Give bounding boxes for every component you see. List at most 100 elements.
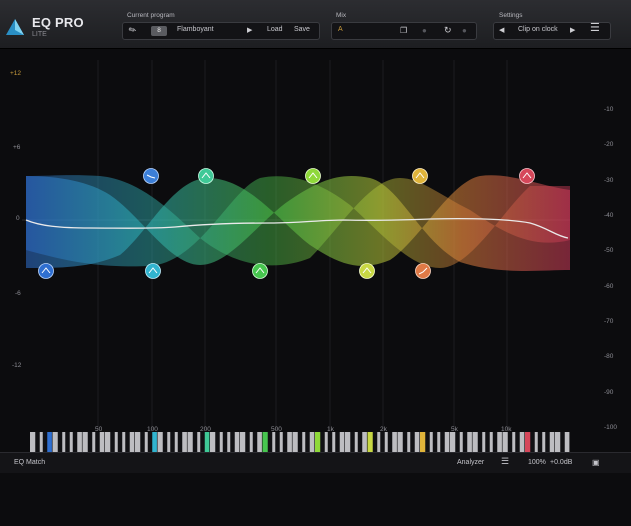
black-key[interactable] (230, 432, 235, 454)
black-key[interactable] (200, 432, 205, 454)
db-label-left-1: +12 (10, 70, 22, 77)
black-key[interactable] (117, 432, 123, 454)
black-key[interactable] (42, 432, 48, 454)
black-key[interactable] (320, 432, 325, 454)
app-subtitle: LITE (32, 31, 47, 38)
black-key[interactable] (215, 432, 220, 454)
band-node-1[interactable] (38, 263, 54, 279)
black-key[interactable] (147, 432, 153, 454)
black-key[interactable] (57, 432, 63, 454)
black-key[interactable] (95, 432, 100, 454)
black-key[interactable] (252, 432, 258, 454)
band-node-10[interactable] (519, 168, 535, 184)
save-icon[interactable]: ▣ (592, 458, 600, 467)
black-key[interactable] (35, 432, 40, 454)
black-key[interactable] (537, 432, 543, 454)
eq-match-button[interactable]: EQ Match (14, 459, 45, 466)
db-label-right-3: -30 (604, 177, 614, 184)
black-key[interactable] (455, 432, 460, 454)
eq-graph[interactable] (0, 49, 631, 432)
black-key[interactable] (140, 432, 145, 454)
black-key[interactable] (380, 432, 385, 454)
black-key[interactable] (87, 432, 93, 454)
black-key[interactable] (357, 432, 363, 454)
eq-display[interactable] (0, 49, 631, 432)
db-label-right-6: -60 (604, 283, 614, 290)
black-key[interactable] (507, 432, 513, 454)
black-key[interactable] (410, 432, 415, 454)
dot-icon[interactable]: ● (422, 25, 427, 36)
black-key[interactable] (327, 432, 333, 454)
load-button[interactable]: Load (267, 26, 283, 33)
mix-bar: A ❐ ● ↻ ● (331, 22, 477, 40)
black-key[interactable] (275, 432, 280, 454)
black-key[interactable] (65, 432, 70, 454)
app-title: EQ PRO (32, 15, 84, 30)
black-key[interactable] (177, 432, 183, 454)
settings-group-label: Settings (499, 12, 523, 19)
band-node-5[interactable] (252, 263, 268, 279)
band-node-2[interactable] (143, 168, 159, 184)
db-label-left-3: 0 (16, 215, 20, 222)
save-button[interactable]: Save (294, 26, 310, 33)
band-node-9[interactable] (415, 263, 431, 279)
black-key[interactable] (545, 432, 550, 454)
copy-icon[interactable]: ❐ (400, 25, 407, 36)
black-key[interactable] (192, 432, 198, 454)
black-key[interactable] (222, 432, 228, 454)
black-key[interactable] (485, 432, 490, 454)
black-key[interactable] (560, 432, 565, 454)
db-label-right-9: -90 (604, 389, 614, 396)
black-key[interactable] (477, 432, 483, 454)
black-key[interactable] (372, 432, 378, 454)
db-label-right-5: -50 (604, 247, 614, 254)
db-label-right-2: -20 (604, 141, 614, 148)
menu-icon-bottom[interactable]: ☰ (501, 456, 509, 467)
play-icon[interactable]: ▶ (247, 25, 252, 36)
db-label-right-10: -100 (604, 424, 618, 431)
black-key[interactable] (282, 432, 288, 454)
menu-icon[interactable]: ☰ (590, 23, 600, 34)
black-key[interactable] (515, 432, 520, 454)
band-node-4[interactable] (198, 168, 214, 184)
reset-icon[interactable]: ↻ (444, 25, 452, 36)
mix-value[interactable]: A (338, 26, 343, 33)
dot-icon-2[interactable]: ● (462, 25, 467, 36)
black-key[interactable] (335, 432, 340, 454)
band-node-6[interactable] (305, 168, 321, 184)
black-key[interactable] (432, 432, 438, 454)
preset-number: 8 (151, 26, 167, 36)
black-key[interactable] (425, 432, 430, 454)
black-key[interactable] (402, 432, 408, 454)
mix-group-label: Mix (336, 12, 347, 19)
settings-value[interactable]: Clip on clock (518, 26, 558, 33)
band-node-7[interactable] (359, 263, 375, 279)
band-node-3[interactable] (145, 263, 161, 279)
black-key[interactable] (462, 432, 468, 454)
zoom-value[interactable]: 100% (528, 459, 546, 466)
black-key[interactable] (125, 432, 130, 454)
black-key[interactable] (297, 432, 303, 454)
black-key[interactable] (440, 432, 445, 454)
black-key[interactable] (110, 432, 115, 454)
black-key[interactable] (530, 432, 535, 454)
gain-value[interactable]: +0.0dB (550, 459, 572, 466)
black-key[interactable] (305, 432, 310, 454)
band-node-8[interactable] (412, 168, 428, 184)
black-key[interactable] (387, 432, 393, 454)
preset-name[interactable]: Flamboyant (177, 26, 214, 33)
db-label-left-2: +6 (13, 144, 21, 151)
analyzer-button[interactable]: Analyzer (457, 459, 484, 466)
black-key[interactable] (350, 432, 355, 454)
db-label-left-5: -12 (12, 362, 22, 369)
bottom-empty (0, 473, 631, 526)
black-key[interactable] (267, 432, 273, 454)
black-key[interactable] (492, 432, 498, 454)
black-key[interactable] (170, 432, 175, 454)
edit-icon[interactable]: ✎ (127, 24, 139, 37)
black-key[interactable] (162, 432, 168, 454)
next-icon[interactable]: ▶ (570, 25, 575, 36)
prev-icon[interactable]: ◀ (499, 25, 504, 36)
black-key[interactable] (72, 432, 78, 454)
black-key[interactable] (245, 432, 250, 454)
